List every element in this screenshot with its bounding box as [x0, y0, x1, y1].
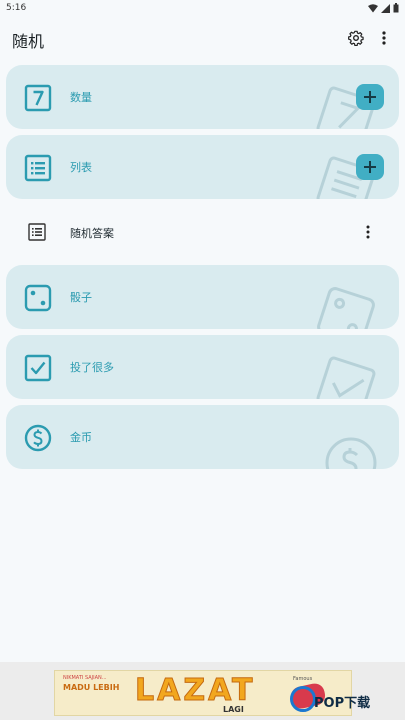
card-label-dice: 骰子	[70, 291, 92, 304]
card-flip-many[interactable]: 投了很多	[6, 335, 399, 399]
ad-headline: MADU LEBIH	[63, 683, 120, 692]
item-more-button[interactable]	[362, 222, 374, 242]
more-vert-icon	[366, 225, 370, 239]
card-label-number: 数量	[70, 91, 92, 104]
card-label-list: 列表	[70, 161, 92, 174]
battery-icon	[393, 3, 399, 13]
card-dice[interactable]: 骰子	[6, 265, 399, 329]
download-site-watermark: POP下载	[284, 684, 404, 716]
list-icon	[24, 154, 52, 182]
add-list-button[interactable]	[356, 154, 384, 180]
card-label-coin: 金币	[70, 431, 92, 444]
ad-big-text: LAZAT	[134, 673, 256, 709]
list-outline-icon	[28, 223, 46, 241]
ad-brand: Famous	[293, 676, 313, 682]
coin-watermark-icon	[325, 437, 377, 469]
page-title: 随机	[12, 32, 45, 51]
checkbox-icon	[24, 354, 52, 382]
dice-watermark-icon	[317, 287, 375, 329]
card-label-flip-many: 投了很多	[70, 361, 114, 374]
watermark-text: POP下载	[314, 696, 371, 711]
app-bar: 随机	[0, 18, 405, 58]
signal-icon	[381, 3, 390, 13]
plus-icon	[364, 161, 376, 173]
add-number-button[interactable]	[356, 84, 384, 110]
list-item-label: 随机答案	[70, 227, 114, 240]
list-item-random-answer[interactable]: 随机答案	[6, 200, 399, 264]
card-number[interactable]: 数量	[6, 65, 399, 129]
more-options-button[interactable]	[376, 27, 392, 49]
ad-tail-text: LAGI	[223, 705, 244, 714]
number-seven-icon	[24, 84, 52, 112]
card-list[interactable]: 列表	[6, 135, 399, 199]
status-icons	[368, 3, 399, 13]
status-time: 5:16	[6, 3, 27, 13]
dollar-coin-icon	[24, 424, 52, 452]
more-vert-icon	[382, 31, 386, 45]
dice-icon	[24, 284, 52, 312]
plus-icon	[364, 91, 376, 103]
checkbox-watermark-icon	[316, 356, 376, 399]
settings-button[interactable]	[345, 27, 367, 49]
gear-icon	[348, 30, 364, 46]
wifi-icon	[368, 3, 378, 12]
watermark-logo-icon	[290, 686, 316, 712]
status-bar: 5:16	[0, 0, 405, 18]
ad-small-text: NIKMATI SAJIAN...	[63, 675, 107, 681]
card-coin[interactable]: 金币	[6, 405, 399, 469]
